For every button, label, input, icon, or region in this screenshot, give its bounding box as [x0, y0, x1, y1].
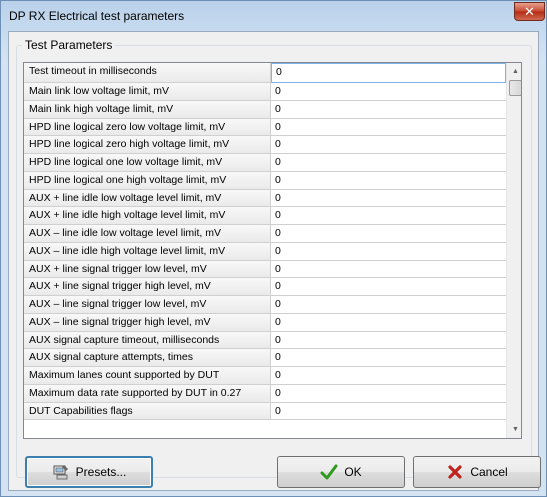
param-value-field[interactable]: 0 [271, 402, 506, 421]
x-mark-icon [446, 463, 464, 481]
param-name: Maximum lanes count supported by DUT [24, 367, 271, 385]
checkmark-icon [320, 463, 338, 481]
param-value-field[interactable]: 0 [271, 100, 506, 119]
cancel-label: Cancel [470, 465, 508, 479]
param-value-field[interactable]: 0 [271, 225, 506, 243]
param-name: HPD line logical one low voltage limit, … [24, 154, 271, 172]
table-row[interactable]: AUX – line signal trigger high level, mV… [24, 313, 506, 332]
presets-label: Presets... [75, 465, 127, 479]
table-row[interactable]: AUX + line idle high voltage level limit… [24, 207, 506, 225]
param-value-field[interactable]: 0 [271, 189, 506, 208]
param-value-field[interactable]: 0 [271, 384, 506, 403]
dialog-window: DP RX Electrical test parameters ✕ Test … [0, 0, 547, 497]
parameter-rows: Test timeout in milliseconds 0 Main link l… [24, 63, 506, 421]
param-name: Test timeout in milliseconds [24, 63, 271, 83]
table-row[interactable]: Main link high voltage limit, mV 0 [24, 100, 506, 119]
table-row[interactable]: Maximum lanes count supported by DUT 0 [24, 367, 506, 385]
table-row[interactable]: Maximum data rate supported by DUT in 0.… [24, 384, 506, 403]
param-name: AUX + line idle high voltage level limit… [24, 207, 271, 225]
dialog-client: Test Parameters Test timeout in millisec… [8, 31, 539, 491]
table-row[interactable]: AUX + line idle low voltage level limit,… [24, 189, 506, 208]
param-value-field[interactable]: 0 [271, 278, 506, 296]
close-button[interactable]: ✕ [514, 2, 545, 21]
param-name: HPD line logical zero low voltage limit,… [24, 118, 271, 137]
window-title: DP RX Electrical test parameters [9, 9, 185, 23]
param-name: DUT Capabilities flags [24, 402, 271, 421]
table-row[interactable]: AUX signal capture timeout, milliseconds… [24, 331, 506, 350]
param-name: Maximum data rate supported by DUT in 0.… [24, 384, 271, 403]
table-row[interactable]: HPD line logical zero low voltage limit,… [24, 118, 506, 137]
param-name: HPD line logical zero high voltage limit… [24, 136, 271, 154]
param-name: HPD line logical one high voltage limit,… [24, 171, 271, 190]
param-value-field[interactable]: 0 [271, 242, 506, 261]
param-name: AUX signal capture attempts, times [24, 349, 271, 367]
table-row[interactable]: HPD line logical zero high voltage limit… [24, 136, 506, 154]
param-value-field[interactable]: 0 [271, 83, 506, 101]
cancel-button[interactable]: Cancel [413, 456, 541, 488]
param-value-field[interactable]: 0 [271, 118, 506, 137]
parameters-grid[interactable]: Test timeout in milliseconds 0 Main link l… [23, 62, 522, 439]
param-value-field[interactable]: 0 [271, 63, 506, 83]
param-value-field[interactable]: 0 [271, 207, 506, 225]
param-value-field[interactable]: 0 [271, 136, 506, 154]
scroll-thumb[interactable] [509, 80, 521, 96]
param-name: AUX – line idle low voltage level limit,… [24, 225, 271, 243]
table-row[interactable]: AUX + line signal trigger high level, mV… [24, 278, 506, 296]
table-row[interactable]: DUT Capabilities flags 0 [24, 402, 506, 421]
param-value-field[interactable]: 0 [271, 349, 506, 367]
param-value-field[interactable]: 0 [271, 313, 506, 332]
ok-label: OK [344, 465, 362, 479]
param-name: AUX + line idle low voltage level limit,… [24, 189, 271, 208]
title-bar[interactable]: DP RX Electrical test parameters ✕ [1, 1, 546, 31]
presets-icon [52, 463, 70, 481]
scroll-down-icon[interactable]: ▼ [507, 421, 521, 438]
param-value-field[interactable]: 0 [271, 171, 506, 190]
table-row[interactable]: AUX + line signal trigger low level, mV 0 [24, 260, 506, 279]
table-row[interactable]: Main link low voltage limit, mV 0 [24, 83, 506, 101]
param-value-field[interactable]: 0 [271, 296, 506, 314]
vertical-scrollbar[interactable]: ▲ ▼ [506, 63, 521, 438]
param-name: AUX signal capture timeout, milliseconds [24, 331, 271, 350]
table-row[interactable]: AUX signal capture attempts, times 0 [24, 349, 506, 367]
param-name: Main link high voltage limit, mV [24, 100, 271, 119]
table-row[interactable]: HPD line logical one high voltage limit,… [24, 171, 506, 190]
param-value-field[interactable]: 0 [271, 331, 506, 350]
presets-button[interactable]: Presets... [25, 456, 153, 488]
group-legend: Test Parameters [22, 38, 116, 52]
param-name: AUX + line signal trigger low level, mV [24, 260, 271, 279]
table-row[interactable]: Test timeout in milliseconds 0 [24, 63, 506, 83]
table-row[interactable]: AUX – line idle high voltage level limit… [24, 242, 506, 261]
ok-button[interactable]: OK [277, 456, 405, 488]
param-value-field[interactable]: 0 [271, 154, 506, 172]
param-value-field[interactable]: 0 [271, 260, 506, 279]
param-name: AUX – line signal trigger high level, mV [24, 313, 271, 332]
param-name: AUX – line signal trigger low level, mV [24, 296, 271, 314]
table-row[interactable]: AUX – line idle low voltage level limit,… [24, 225, 506, 243]
scroll-up-icon[interactable]: ▲ [507, 63, 521, 80]
param-name: AUX + line signal trigger high level, mV [24, 278, 271, 296]
table-row[interactable]: AUX – line signal trigger low level, mV 0 [24, 296, 506, 314]
close-icon: ✕ [524, 3, 535, 19]
table-row[interactable]: HPD line logical one low voltage limit, … [24, 154, 506, 172]
param-name: AUX – line idle high voltage level limit… [24, 242, 271, 261]
param-value-field[interactable]: 0 [271, 367, 506, 385]
param-name: Main link low voltage limit, mV [24, 83, 271, 101]
